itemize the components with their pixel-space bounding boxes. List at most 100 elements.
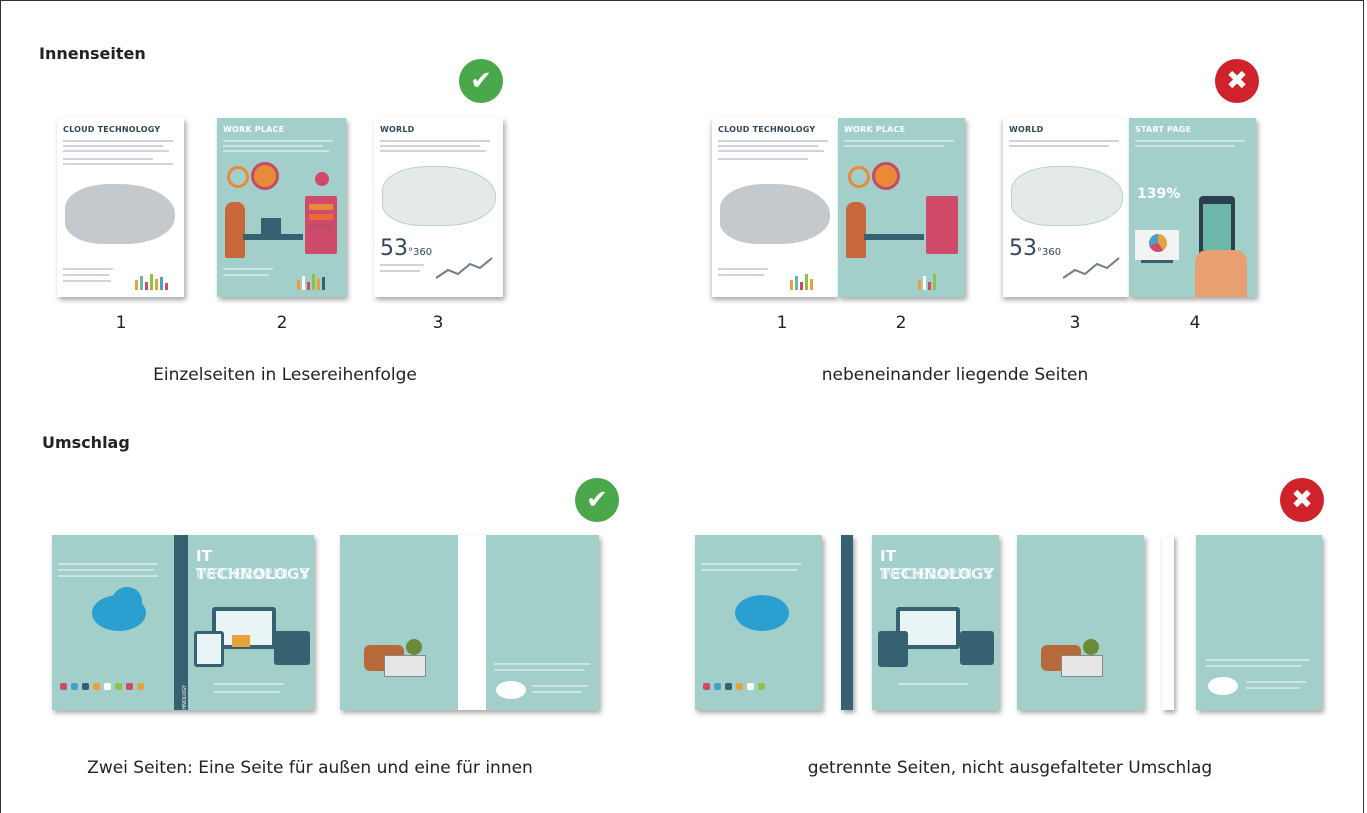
chart-bar [309, 214, 333, 220]
page-number: 3 [432, 313, 444, 333]
text-line [1206, 659, 1310, 661]
spread-2-left-page: WORLD 53°360 [1003, 118, 1129, 297]
text-line [223, 150, 329, 152]
text-line [494, 663, 590, 665]
cloud-icon [496, 681, 526, 699]
text-line [380, 145, 480, 147]
text-line [380, 150, 486, 152]
easel-leg [1141, 260, 1173, 263]
text-line [844, 145, 944, 147]
world-map-graphic [1011, 166, 1123, 226]
spread-2-right-page: START PAGE 139% [1129, 118, 1256, 297]
text-line [701, 563, 801, 565]
text-line [380, 264, 424, 266]
cover-inside-right-page [1196, 535, 1322, 710]
text-line [1009, 140, 1119, 142]
cross-icon: ✖ [1280, 478, 1324, 522]
text-line [58, 569, 154, 571]
laptop-graphic [384, 655, 426, 677]
bar-chart-graphic [790, 270, 813, 290]
text-line [844, 140, 954, 142]
text-line [718, 140, 828, 142]
chart-bar [309, 204, 333, 210]
laptop-graphic [261, 218, 281, 234]
text-line [718, 145, 818, 147]
page-title: CLOUD TECHNOLOGY [63, 125, 161, 134]
cover-inside-left-page [1017, 535, 1144, 710]
cover-back-page [695, 535, 822, 710]
text-line [63, 163, 173, 165]
text-line [494, 669, 584, 671]
text-line [223, 274, 269, 276]
caption-cover-good: Zwei Seiten: Eine Seite für außen und ei… [87, 758, 533, 778]
spread-1-right-page: WORK PLACE [838, 118, 965, 297]
text-line [532, 685, 588, 687]
cross-icon: ✖ [1215, 59, 1259, 103]
text-line [380, 270, 420, 272]
tablet-screen [197, 634, 221, 664]
page-title: WORK PLACE [223, 125, 285, 134]
person-graphic [846, 202, 866, 258]
page-number: 4 [1189, 313, 1201, 333]
section-title-innenseiten: Innenseiten [39, 44, 146, 63]
text-line [718, 150, 824, 152]
tablet-graphic [878, 631, 908, 667]
text-line [1135, 145, 1235, 147]
spread-1-left-page: CLOUD TECHNOLOGY [712, 118, 838, 297]
laptop-graphic [1061, 655, 1103, 677]
gear-icon [251, 162, 279, 190]
text-line [1135, 140, 1245, 142]
text-line [58, 563, 158, 565]
page-number: 1 [776, 313, 788, 333]
text-line [223, 268, 273, 270]
pie-chart-graphic [1149, 234, 1167, 252]
text-line [63, 150, 169, 152]
bar-chart-graphic [918, 270, 936, 290]
chart-bar [309, 224, 333, 230]
big-number: 53°360 [1009, 236, 1062, 261]
page-title: WORK PLACE [844, 125, 906, 134]
inner-page-3: WORLD 53°360 [374, 118, 503, 297]
cover-spine [174, 535, 188, 710]
page-number: 2 [276, 313, 288, 333]
page-number: 1 [115, 313, 127, 333]
page-title: WORLD [1009, 125, 1044, 134]
cover-spine-page [841, 535, 853, 710]
caption-cover-bad: getrennte Seiten, nicht ausgefalteter Um… [807, 758, 1213, 778]
text-line [532, 691, 582, 693]
text-line [898, 683, 968, 685]
text-line [1246, 687, 1300, 689]
caption-inner-good: Einzelseiten in Lesereihenfolge [153, 365, 417, 385]
trend-line-graphic [1063, 257, 1120, 279]
text-line [223, 140, 333, 142]
page-title: START PAGE [1135, 125, 1192, 134]
spine-text: IT TECHNOLOGY [182, 684, 188, 710]
laptop-graphic [274, 631, 310, 665]
text-line [214, 683, 284, 685]
page-title: CLOUD TECHNOLOGY [718, 125, 816, 134]
page-number: 2 [895, 313, 907, 333]
text-line [1246, 681, 1306, 683]
text-line [214, 691, 280, 693]
cover-inside-spine-page [1162, 535, 1174, 710]
phone-screen [1203, 204, 1231, 250]
folder-icon [232, 635, 250, 647]
text-line [63, 158, 153, 160]
phone-graphic [926, 196, 958, 254]
check-icon: ✔ [459, 59, 503, 103]
cover-inner-spread [340, 535, 599, 710]
cover-subtitle: INFOGRAPHICS [880, 565, 993, 583]
text-line [63, 145, 163, 147]
plant-graphic [1083, 639, 1099, 655]
check-icon: ✔ [575, 478, 619, 522]
text-line [1009, 145, 1109, 147]
text-line [223, 145, 323, 147]
gear-icon [227, 166, 249, 188]
icon-row [703, 683, 765, 690]
text-line [718, 158, 808, 160]
cloud-icon [735, 595, 789, 631]
caption-inner-bad: nebeneinander liegende Seiten [821, 365, 1089, 385]
icon-row [60, 683, 144, 690]
cover-spine-blank [458, 535, 486, 710]
desk-graphic [864, 234, 924, 240]
